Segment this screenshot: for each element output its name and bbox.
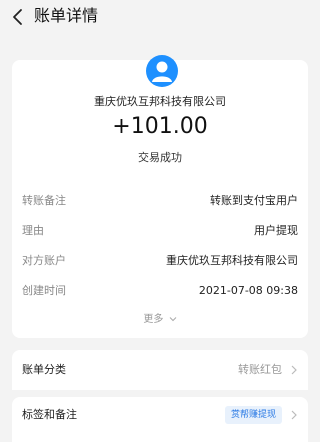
detail-label: 创建时间 — [22, 284, 66, 297]
top-bar: 账单详情 — [0, 0, 320, 36]
detail-label: 对方账户 — [22, 254, 66, 267]
more-button[interactable]: 更多 — [12, 314, 308, 326]
detail-value: 2021-07-08 09:38 — [198, 284, 298, 297]
detail-row-remark: 转账备注 转账到支付宝用户 — [22, 193, 298, 209]
chevron-right-icon — [291, 410, 297, 420]
bill-category-row[interactable]: 账单分类 转账红包 — [12, 350, 308, 390]
detail-label: 理由 — [22, 224, 44, 237]
user-icon — [152, 61, 172, 82]
page-title: 账单详情 — [34, 6, 99, 25]
transaction-status: 交易成功 — [138, 151, 182, 164]
tag-chip[interactable]: 赏帮赚提现 — [224, 406, 282, 424]
tags-label: 标签和备注 — [22, 408, 77, 421]
tags-notes-row[interactable]: 标签和备注 赏帮赚提现 — [12, 397, 308, 442]
detail-row-reason: 理由 用户提现 — [22, 223, 298, 239]
transaction-amount: +101.00 — [112, 114, 208, 139]
category-label: 账单分类 — [22, 363, 66, 376]
chevron-down-icon — [169, 317, 176, 322]
category-value: 转账红包 — [238, 363, 282, 376]
detail-row-counterparty: 对方账户 重庆优玖互邦科技有限公司 — [22, 253, 298, 269]
payee-name: 重庆优玖互邦科技有限公司 — [94, 95, 226, 108]
more-label: 更多 — [143, 314, 164, 325]
payee-avatar — [146, 55, 178, 87]
back-arrow-icon[interactable] — [9, 7, 27, 27]
detail-value: 转账到支付宝用户 — [210, 194, 298, 207]
detail-value: 用户提现 — [254, 224, 298, 237]
transaction-card: 重庆优玖互邦科技有限公司 +101.00 交易成功 转账备注 转账到支付宝用户 … — [12, 55, 308, 338]
detail-row-created-time: 创建时间 2021-07-08 09:38 — [22, 283, 298, 299]
detail-label: 转账备注 — [22, 194, 66, 207]
detail-value: 重庆优玖互邦科技有限公司 — [166, 254, 298, 267]
chevron-right-icon — [291, 365, 297, 375]
